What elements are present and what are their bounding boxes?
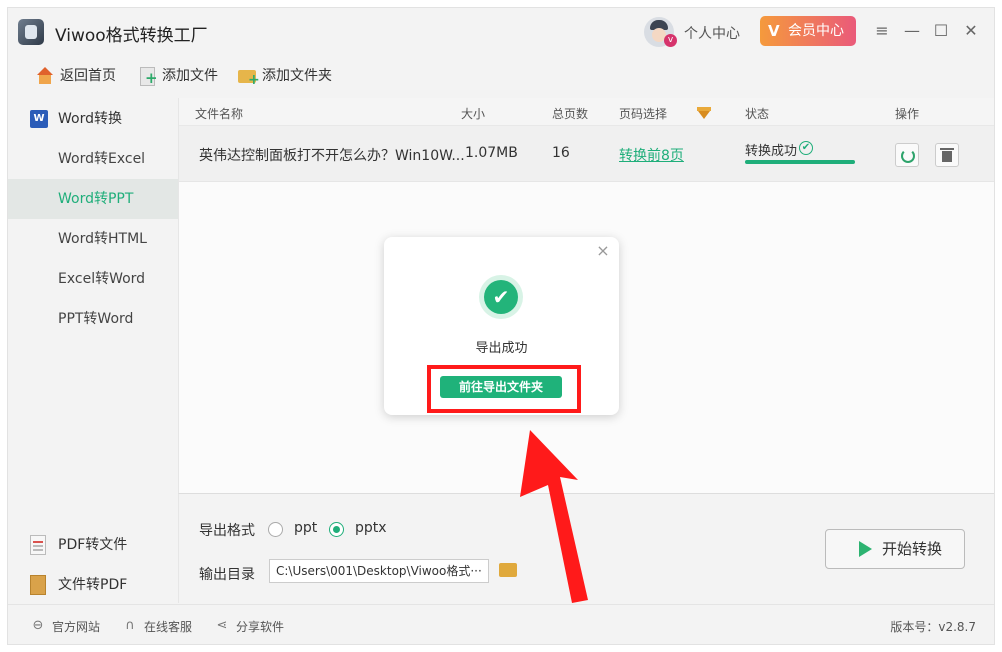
vip-icon: V: [768, 22, 780, 40]
home-button[interactable]: 返回首页: [34, 66, 116, 86]
add-folder-label: 添加文件夹: [262, 68, 332, 84]
radio-pptx-label[interactable]: pptx: [355, 520, 387, 536]
close-icon[interactable]: ✕: [960, 20, 982, 42]
menu-icon[interactable]: ≡: [871, 20, 893, 42]
sidebar: W Word转换 Word转Excel Word转PPT Word转HTML E…: [8, 98, 178, 598]
version-text: 版本号：v2.8.7: [890, 620, 976, 634]
word-icon: W: [30, 110, 48, 128]
official-website-link[interactable]: ⊖ 官方网站: [30, 618, 100, 635]
sidebar-group-word[interactable]: W Word转换: [8, 99, 178, 139]
red-arrow-annotation: [520, 430, 588, 603]
col-status: 状态: [745, 107, 770, 121]
home-label: 返回首页: [60, 68, 116, 84]
radio-ppt-label[interactable]: ppt: [294, 520, 317, 536]
dialog-message: 导出成功: [475, 341, 528, 356]
col-actions: 操作: [895, 107, 920, 121]
arrow-shape: [520, 430, 588, 603]
add-folder-button[interactable]: 添加文件夹: [236, 66, 332, 86]
check-icon: ✔: [484, 280, 518, 314]
sidebar-item-file-to-pdf[interactable]: 文件转PDF: [8, 565, 178, 605]
file-name: 英伟达控制面板打不开怎么办？Win10W...: [199, 148, 465, 164]
output-path-field[interactable]: C:\Users\001\Desktop\Viwoo格式···: [269, 559, 489, 583]
globe-icon: ⊖: [32, 618, 44, 633]
add-folder-icon: [236, 65, 258, 87]
sidebar-item-pdf-convert[interactable]: PDF转文件: [8, 525, 178, 565]
col-filename: 文件名称: [195, 107, 244, 121]
document-icon: [30, 575, 46, 595]
diamond-icon: [697, 107, 711, 119]
title-bar: Viwoo格式转换工厂 v 个人中心 V 会员中心 ≡ — ☐ ✕: [8, 8, 994, 56]
app-logo-icon: [18, 19, 44, 45]
file-to-pdf-label: 文件转PDF: [58, 577, 128, 593]
sidebar-item-excel-to-word[interactable]: Excel转Word: [8, 259, 178, 299]
user-center-link[interactable]: 个人中心: [684, 23, 740, 43]
sidebar-item-word-to-ppt[interactable]: Word转PPT: [8, 179, 178, 219]
refresh-icon[interactable]: [895, 143, 919, 167]
add-file-label: 添加文件: [162, 68, 218, 84]
vip-center-button[interactable]: V 会员中心: [760, 16, 856, 46]
progress-bar: [745, 160, 855, 164]
success-check-icon: ✔: [799, 141, 813, 155]
online-support-label: 在线客服: [144, 620, 193, 634]
headset-icon: ∩: [125, 618, 135, 633]
page-count: 16: [552, 145, 570, 161]
share-icon: ⋖: [216, 618, 228, 633]
official-website-label: 官方网站: [52, 620, 101, 634]
highlight-box: [427, 365, 581, 413]
home-icon: [34, 65, 56, 87]
play-icon: [859, 541, 872, 557]
col-pages: 总页数: [552, 107, 589, 121]
output-dir-label: 输出目录: [199, 567, 255, 583]
vip-center-label: 会员中心: [788, 23, 844, 39]
status-bar: ⊖ 官方网站 ∩ 在线客服 ⋖ 分享软件 版本号：v2.8.7: [8, 604, 994, 644]
status-text: 转换成功: [745, 144, 798, 159]
table-row[interactable]: 英伟达控制面板打不开怎么办？Win10W... 1.07MB 16 转换前8页 …: [179, 126, 994, 182]
radio-pptx[interactable]: [329, 522, 344, 537]
sidebar-group-label: Word转换: [58, 111, 122, 127]
close-icon[interactable]: ×: [595, 243, 611, 259]
radio-ppt[interactable]: [268, 522, 283, 537]
start-convert-button[interactable]: 开始转换: [825, 529, 965, 569]
col-size: 大小: [461, 107, 486, 121]
maximize-icon[interactable]: ☐: [930, 20, 952, 42]
page-select-link[interactable]: 转换前8页: [619, 145, 684, 165]
table-header: 文件名称 大小 总页数 页码选择 状态 操作: [179, 98, 994, 126]
trash-icon[interactable]: [935, 143, 959, 167]
sidebar-item-word-to-html[interactable]: Word转HTML: [8, 219, 178, 259]
toolbar: 返回首页 添加文件 添加文件夹: [8, 56, 994, 96]
file-size: 1.07MB: [465, 145, 518, 161]
minimize-icon[interactable]: —: [901, 20, 923, 42]
col-page-select: 页码选择: [619, 107, 668, 121]
progress-fill: [745, 160, 855, 164]
export-format-label: 导出格式: [199, 523, 255, 539]
share-software-label: 分享软件: [236, 620, 285, 634]
success-icon: ✔: [479, 275, 523, 319]
vip-badge-icon: v: [664, 34, 677, 47]
add-file-button[interactable]: 添加文件: [136, 66, 218, 86]
sidebar-item-word-to-excel[interactable]: Word转Excel: [8, 139, 178, 179]
app-title: Viwoo格式转换工厂: [55, 26, 208, 46]
start-convert-label: 开始转换: [882, 540, 943, 558]
pdf-file-icon: [30, 535, 46, 555]
add-file-icon: [136, 65, 158, 87]
share-software-link[interactable]: ⋖ 分享软件: [214, 618, 284, 635]
sidebar-item-ppt-to-word[interactable]: PPT转Word: [8, 299, 178, 339]
pdf-convert-label: PDF转文件: [58, 537, 128, 553]
online-support-link[interactable]: ∩ 在线客服: [122, 618, 192, 635]
